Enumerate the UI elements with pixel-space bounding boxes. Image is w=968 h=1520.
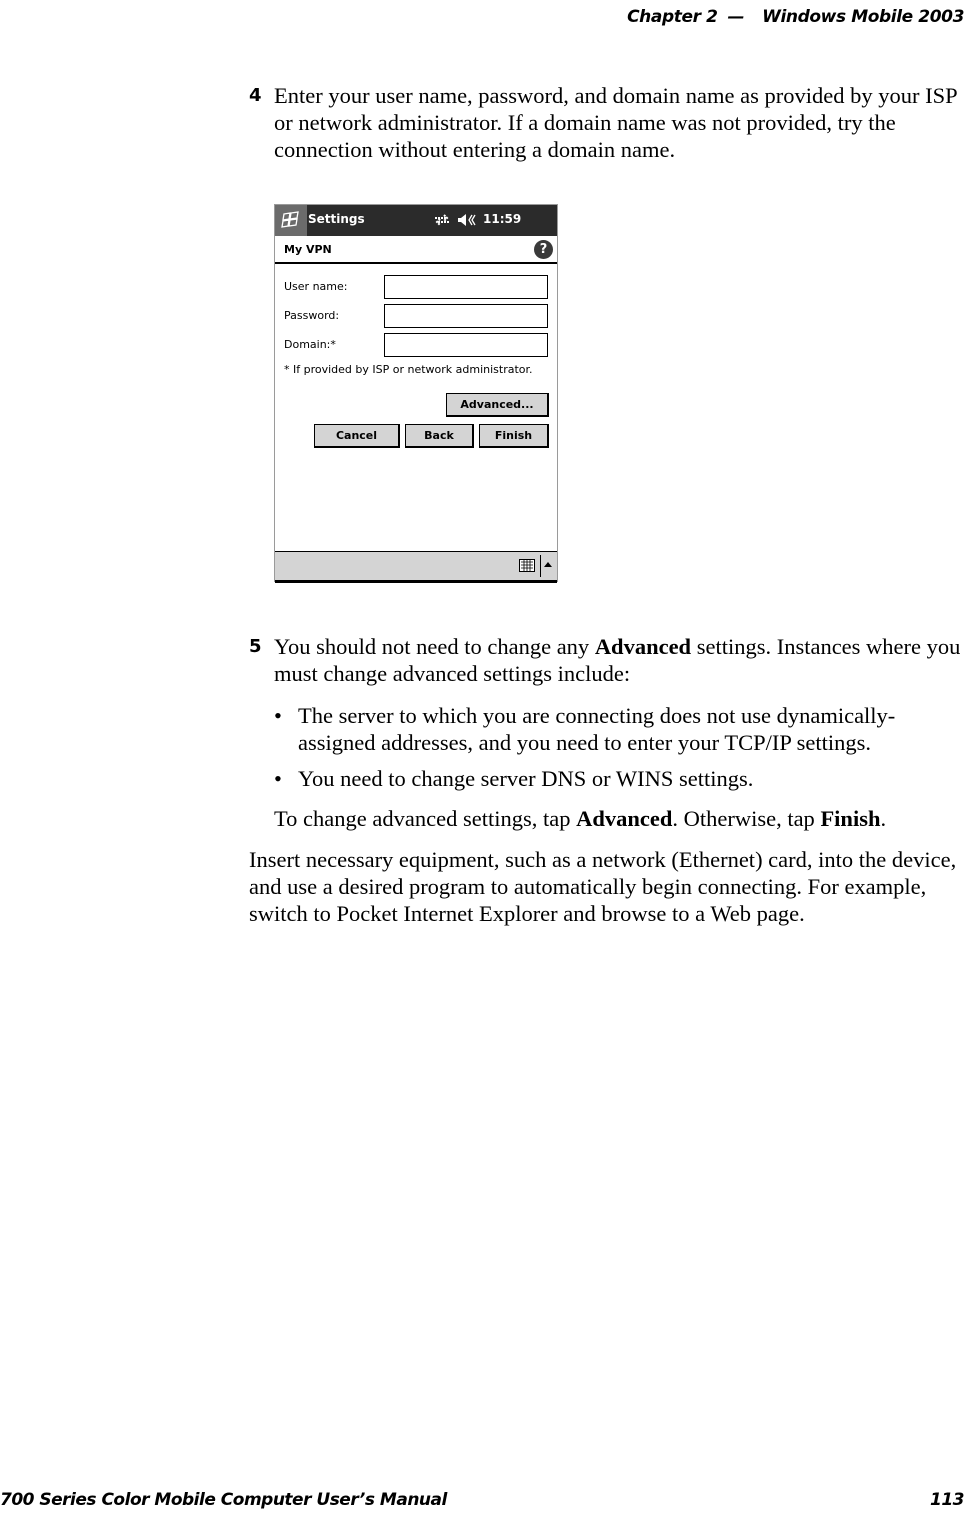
password-label: Password: — [284, 309, 340, 322]
menu-separator — [540, 555, 541, 577]
menu-bar — [275, 551, 557, 583]
chapter-label: Chapter 2 — [627, 7, 718, 27]
help-icon[interactable]: ? — [534, 240, 553, 259]
chapter-title: Windows Mobile 2003 — [762, 7, 964, 27]
cancel-button[interactable]: Cancel — [314, 424, 400, 448]
text-run: To change advanced settings, tap — [274, 806, 577, 831]
domain-note: * If provided by ISP or network administ… — [284, 363, 533, 376]
step-5: 5 You should not need to change any Adva… — [249, 633, 961, 687]
advanced-button[interactable]: Advanced... — [446, 393, 549, 417]
back-button[interactable]: Back — [405, 424, 474, 448]
text-run: . Otherwise, tap — [672, 806, 821, 831]
input-menu-arrow-icon[interactable] — [544, 562, 552, 567]
text-run: . — [880, 806, 887, 831]
step-text: You should not need to change any Advanc… — [274, 633, 961, 687]
user-name-label: User name: — [284, 280, 348, 293]
step-number: 5 — [249, 636, 262, 657]
app-title: Settings — [308, 212, 365, 226]
connectivity-icon[interactable] — [433, 211, 451, 229]
windows-start-icon — [281, 211, 299, 228]
title-bar: Settings 11:59 — [275, 205, 557, 236]
bullet-text: The server to which you are connecting d… — [298, 703, 896, 755]
page-header: My VPN ? — [275, 236, 557, 264]
running-footer: 700 Series Color Mobile Computer User’s … — [0, 1490, 965, 1520]
step-number: 4 — [249, 85, 262, 106]
bullet-item: • The server to which you are connecting… — [274, 702, 964, 756]
text-run: You should not need to change any — [274, 634, 595, 659]
device-screenshot: Settings 11:59 My VPN ? User name: Passw… — [274, 204, 558, 583]
clock[interactable]: 11:59 — [483, 212, 521, 226]
closing-paragraph: Insert necessary equipment, such as a ne… — [249, 847, 957, 926]
domain-field[interactable] — [384, 333, 548, 357]
keyboard-icon[interactable] — [519, 559, 535, 572]
manual-title: 700 Series Color Mobile Computer User’s … — [0, 1490, 447, 1510]
step-4: 4 Enter your user name, password, and do… — [249, 82, 961, 163]
advanced-instruction: To change advanced settings, tap Advance… — [274, 805, 964, 832]
bold-advanced: Advanced — [576, 806, 673, 831]
header-dash: — — [727, 7, 745, 27]
bold-finish: Finish — [820, 806, 881, 831]
step-text: Enter your user name, password, and doma… — [274, 83, 957, 162]
page-title: My VPN — [284, 243, 332, 256]
bullet-dot: • — [274, 703, 282, 728]
user-name-field[interactable] — [384, 275, 548, 299]
finish-button[interactable]: Finish — [479, 424, 549, 448]
bullet-item: • You need to change server DNS or WINS … — [274, 765, 964, 792]
speaker-icon[interactable] — [456, 211, 478, 229]
password-field[interactable] — [384, 304, 548, 328]
running-header: Chapter 2 — Windows Mobile 2003 — [627, 0, 964, 34]
bullet-text: You need to change server DNS or WINS se… — [298, 766, 754, 791]
bullet-dot: • — [274, 766, 282, 791]
bold-advanced: Advanced — [594, 634, 692, 659]
domain-label: Domain:* — [284, 338, 336, 351]
start-button[interactable] — [275, 205, 307, 236]
page-number: 113 — [930, 1490, 965, 1510]
